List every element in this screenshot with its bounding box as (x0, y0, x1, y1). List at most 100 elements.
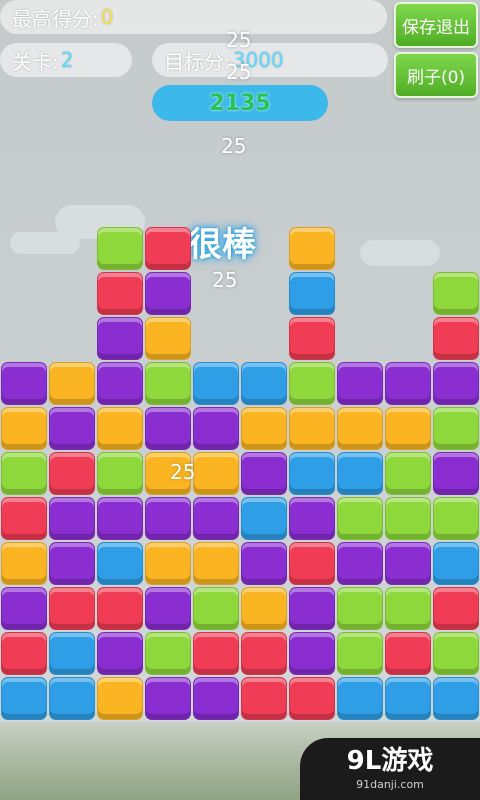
target-score-label: 目标分: (164, 49, 231, 74)
block-red[interactable] (433, 587, 479, 630)
block-purple[interactable] (145, 407, 191, 450)
block-purple[interactable] (241, 452, 287, 495)
block-purple[interactable] (385, 362, 431, 405)
block-blue[interactable] (49, 632, 95, 675)
block-red[interactable] (49, 587, 95, 630)
block-purple[interactable] (49, 542, 95, 585)
block-green[interactable] (433, 407, 479, 450)
block-purple[interactable] (97, 317, 143, 360)
block-orange[interactable] (193, 452, 239, 495)
block-orange[interactable] (49, 362, 95, 405)
block-green[interactable] (385, 497, 431, 540)
block-green[interactable] (385, 452, 431, 495)
block-blue[interactable] (49, 677, 95, 720)
block-blue[interactable] (337, 452, 383, 495)
block-blue[interactable] (433, 542, 479, 585)
block-green[interactable] (97, 452, 143, 495)
block-green[interactable] (433, 632, 479, 675)
block-green[interactable] (193, 587, 239, 630)
block-red[interactable] (289, 542, 335, 585)
block-orange[interactable] (97, 407, 143, 450)
block-red[interactable] (145, 227, 191, 270)
block-blue[interactable] (1, 677, 47, 720)
block-green[interactable] (385, 587, 431, 630)
current-score-value: 2135 (209, 90, 271, 116)
block-purple[interactable] (1, 587, 47, 630)
block-purple[interactable] (289, 497, 335, 540)
block-orange[interactable] (193, 542, 239, 585)
block-orange[interactable] (385, 407, 431, 450)
block-green[interactable] (337, 632, 383, 675)
level-label: 关卡: (12, 49, 59, 74)
block-purple[interactable] (385, 542, 431, 585)
best-score-display: 最高得分: 0 (0, 0, 387, 34)
block-red[interactable] (97, 272, 143, 315)
block-red[interactable] (385, 632, 431, 675)
block-red[interactable] (193, 632, 239, 675)
block-purple[interactable] (145, 272, 191, 315)
score-popup: 25 (226, 60, 252, 84)
block-red[interactable] (1, 632, 47, 675)
block-purple[interactable] (97, 632, 143, 675)
block-purple[interactable] (337, 362, 383, 405)
block-purple[interactable] (193, 497, 239, 540)
block-blue[interactable] (289, 272, 335, 315)
block-blue[interactable] (241, 362, 287, 405)
block-purple[interactable] (433, 362, 479, 405)
block-purple[interactable] (145, 587, 191, 630)
block-green[interactable] (145, 632, 191, 675)
block-purple[interactable] (193, 407, 239, 450)
block-blue[interactable] (433, 677, 479, 720)
block-green[interactable] (289, 362, 335, 405)
brush-button[interactable]: 刷子(0) (394, 52, 478, 98)
block-orange[interactable] (97, 677, 143, 720)
block-blue[interactable] (337, 677, 383, 720)
block-red[interactable] (241, 677, 287, 720)
block-green[interactable] (1, 452, 47, 495)
block-green[interactable] (97, 227, 143, 270)
block-purple[interactable] (193, 677, 239, 720)
block-red[interactable] (241, 632, 287, 675)
block-purple[interactable] (433, 452, 479, 495)
block-blue[interactable] (385, 677, 431, 720)
block-green[interactable] (145, 362, 191, 405)
block-orange[interactable] (1, 407, 47, 450)
game-board[interactable] (0, 227, 480, 730)
block-red[interactable] (49, 452, 95, 495)
block-orange[interactable] (241, 587, 287, 630)
block-green[interactable] (433, 497, 479, 540)
block-blue[interactable] (97, 542, 143, 585)
block-red[interactable] (97, 587, 143, 630)
block-red[interactable] (1, 497, 47, 540)
block-purple[interactable] (1, 362, 47, 405)
block-red[interactable] (289, 317, 335, 360)
block-purple[interactable] (241, 542, 287, 585)
block-purple[interactable] (145, 677, 191, 720)
block-green[interactable] (337, 497, 383, 540)
block-orange[interactable] (145, 317, 191, 360)
block-orange[interactable] (145, 542, 191, 585)
save-exit-button[interactable]: 保存退出 (394, 2, 478, 48)
block-orange[interactable] (289, 407, 335, 450)
block-blue[interactable] (193, 362, 239, 405)
block-blue[interactable] (241, 497, 287, 540)
block-purple[interactable] (145, 497, 191, 540)
watermark-logo: 9L游戏 (346, 745, 434, 776)
block-red[interactable] (289, 677, 335, 720)
block-purple[interactable] (289, 632, 335, 675)
block-purple[interactable] (337, 542, 383, 585)
block-orange[interactable] (241, 407, 287, 450)
block-orange[interactable] (289, 227, 335, 270)
block-green[interactable] (337, 587, 383, 630)
block-blue[interactable] (289, 452, 335, 495)
block-red[interactable] (433, 317, 479, 360)
block-purple[interactable] (49, 407, 95, 450)
block-purple[interactable] (49, 497, 95, 540)
block-green[interactable] (433, 272, 479, 315)
block-purple[interactable] (289, 587, 335, 630)
block-orange[interactable] (337, 407, 383, 450)
block-purple[interactable] (97, 362, 143, 405)
block-purple[interactable] (97, 497, 143, 540)
level-value: 2 (60, 48, 74, 72)
block-orange[interactable] (1, 542, 47, 585)
